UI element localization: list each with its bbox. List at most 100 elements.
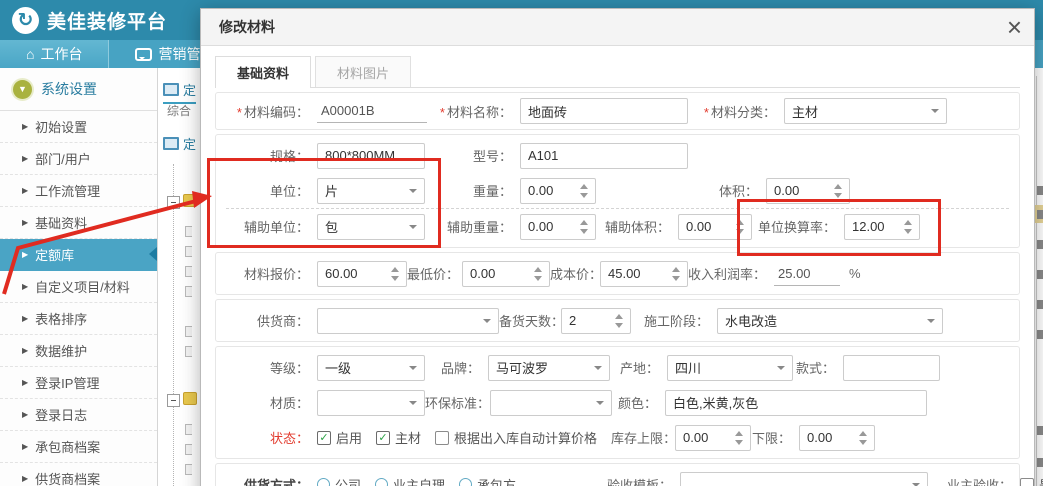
radio-icon (317, 478, 330, 486)
accept-template-select[interactable] (680, 472, 928, 486)
tree-node-fragment (185, 346, 192, 357)
percent-suffix: % (849, 266, 861, 281)
checkbox-label: 主材 (395, 428, 421, 447)
spinner-up-icon[interactable] (580, 220, 588, 225)
field-label: 环保标准： (425, 393, 490, 412)
chevron-down-icon (594, 366, 602, 374)
spinner-down-icon[interactable] (672, 276, 680, 281)
spinner-down-icon[interactable] (391, 276, 399, 281)
label-text: 最低价 (407, 267, 446, 282)
label-text: 验收模板 (607, 478, 659, 486)
checkbox-main-material[interactable]: ✓主材 (376, 428, 421, 447)
origin-select[interactable]: 四川 (667, 355, 793, 381)
label-text: 重量 (473, 184, 499, 199)
label-text: 材质 (270, 396, 296, 411)
spin-value: 0.00 (807, 430, 832, 445)
spinner-up-icon[interactable] (672, 267, 680, 272)
checkbox-label: 根据出入库自动计算价格 (454, 428, 597, 447)
spinner-up-icon[interactable] (391, 267, 399, 272)
select-value: 一级 (325, 358, 351, 377)
bg-text-fragment (1037, 458, 1043, 467)
tree-collapse-icon[interactable] (167, 394, 180, 407)
sidebar-item-login-ip[interactable]: ▶登录IP管理 (0, 367, 157, 399)
sidebar-item-supplier-archive[interactable]: ▶供货商档案 (0, 463, 157, 486)
spinner-down-icon[interactable] (615, 323, 623, 328)
label-text: 品牌 (441, 361, 467, 376)
stock-lower-stepper[interactable]: 0.00 (799, 425, 875, 451)
arrow-right-icon: ▶ (22, 474, 28, 483)
spinner-down-icon[interactable] (735, 440, 743, 445)
label-text: 型号 (473, 149, 499, 164)
annotation-box-conversion-rate (737, 199, 941, 256)
bg-text-fragment (1037, 186, 1043, 195)
construction-stage-select[interactable]: 水电改造 (717, 308, 943, 334)
spinner-down-icon[interactable] (580, 193, 588, 198)
field-label: *材料名称： (427, 102, 520, 121)
spinner-up-icon[interactable] (615, 314, 623, 319)
required-mark: * (704, 105, 709, 120)
stock-upper-stepper[interactable]: 0.00 (675, 425, 751, 451)
label-text: 产地 (620, 361, 646, 376)
color-input[interactable]: 白色,米黄,灰色 (665, 390, 927, 416)
field-label: 供货方式： (226, 475, 317, 486)
field-label: 产地： (610, 358, 667, 377)
radio-company[interactable]: 公司 (317, 475, 361, 486)
bg-panel-edge (1036, 76, 1037, 486)
tree-node-fragment (185, 444, 192, 455)
field-label: 最低价： (407, 264, 462, 283)
material-texture-select[interactable] (317, 390, 425, 416)
sidebar-item-label: 承包商档案 (35, 437, 100, 456)
form-group-supplier: 供货商： 备货天数： 2 施工阶段： 水电改造 (215, 299, 1020, 342)
checkbox-enabled[interactable]: ✓启用 (317, 428, 362, 447)
model-input[interactable]: A101 (520, 143, 688, 169)
field-label: 库存上限： (611, 428, 675, 447)
spinner-down-icon[interactable] (859, 440, 867, 445)
env-standard-select[interactable] (490, 390, 612, 416)
stock-days-stepper[interactable]: 2 (561, 308, 631, 334)
sidebar-item-data-maintenance[interactable]: ▶数据维护 (0, 335, 157, 367)
weight-stepper[interactable]: 0.00 (520, 178, 596, 204)
spinner-up-icon[interactable] (735, 431, 743, 436)
radio-owner-self[interactable]: 业主自理 (375, 475, 445, 486)
tab-material-images[interactable]: 材料图片 (315, 56, 411, 87)
select-value: 水电改造 (725, 311, 777, 330)
checkbox-owner-accept-yes[interactable]: 是 (1020, 475, 1043, 486)
checkbox-auto-price[interactable]: 根据出入库自动计算价格 (435, 428, 597, 447)
cost-price-stepper[interactable]: 45.00 (600, 261, 688, 287)
sidebar-item-contractor-archive[interactable]: ▶承包商档案 (0, 431, 157, 463)
form-row: 材质： 环保标准： 颜色： 白色,米黄,灰色 (226, 385, 1009, 420)
close-icon[interactable]: × (1007, 13, 1022, 41)
field-label: 验收模板： (530, 475, 680, 486)
sidebar-item-login-log[interactable]: ▶登录日志 (0, 399, 157, 431)
min-price-stepper[interactable]: 0.00 (462, 261, 550, 287)
label-text: 供货方式 (244, 478, 296, 486)
spinner-up-icon[interactable] (534, 267, 542, 272)
select-value: 四川 (675, 358, 701, 377)
form-row: *材料编码： A00001B *材料名称： 地面砖 *材料分类： 主材 (226, 96, 1009, 126)
material-name-input[interactable]: 地面砖 (520, 98, 688, 124)
grade-select[interactable]: 一级 (317, 355, 425, 381)
form-group-prices: 材料报价： 60.00 最低价： 0.00 成本价： 45.00 收入利润率： … (215, 252, 1020, 295)
aux-weight-stepper[interactable]: 0.00 (520, 214, 596, 240)
spinner-up-icon[interactable] (834, 184, 842, 189)
spinner-down-icon[interactable] (534, 276, 542, 281)
style-input[interactable] (843, 355, 940, 381)
label-text: 颜色 (618, 396, 644, 411)
bg-text-fragment (1037, 240, 1043, 249)
spinner-down-icon[interactable] (580, 229, 588, 234)
label-text: 材料分类 (711, 105, 763, 120)
chevron-down-icon (409, 366, 417, 374)
material-category-select[interactable]: 主材 (784, 98, 947, 124)
radio-contractor[interactable]: 承包方 (459, 475, 516, 486)
supplier-select[interactable] (317, 308, 499, 334)
tree-node-fragment (185, 424, 192, 435)
spinner-down-icon[interactable] (834, 193, 842, 198)
spinner-arrows (735, 431, 743, 445)
label-text: 等级 (270, 361, 296, 376)
radio-label: 公司 (335, 475, 361, 486)
spinner-up-icon[interactable] (580, 184, 588, 189)
label-text: 材料编码 (244, 105, 296, 120)
brand-select[interactable]: 马可波罗 (488, 355, 610, 381)
quote-stepper[interactable]: 60.00 (317, 261, 407, 287)
spinner-up-icon[interactable] (859, 431, 867, 436)
